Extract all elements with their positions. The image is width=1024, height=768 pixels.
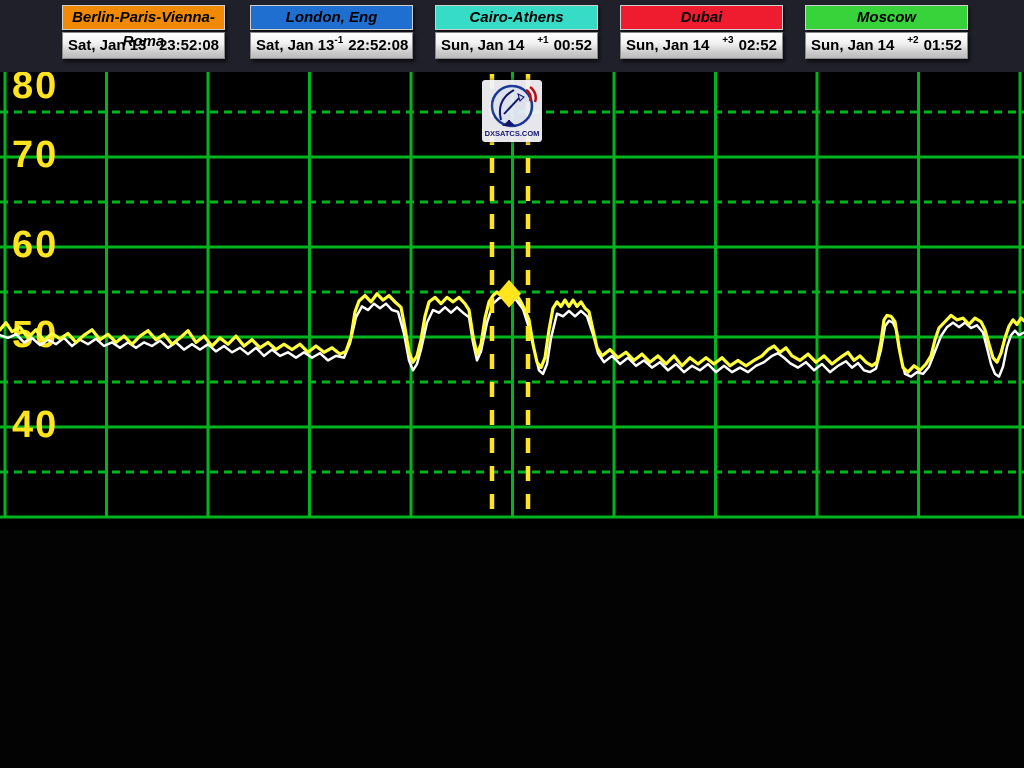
- clock-berlin: Berlin-Paris-Vienna-Roma Sat, Jan 13 23:…: [62, 5, 225, 59]
- clock-utc-offset: +3: [722, 35, 733, 46]
- clock-cairo: Cairo-Athens Sun, Jan 14 +1 00:52: [435, 5, 598, 59]
- meter-screen: Berlin-Paris-Vienna-Roma Sat, Jan 13 23:…: [0, 0, 1024, 768]
- clock-time: 02:52: [739, 37, 777, 54]
- clock-utc-offset: +2: [907, 35, 918, 46]
- clock-city-label: London, Eng: [250, 5, 413, 30]
- satellite-dish-icon: DXSATCS.COM: [482, 80, 542, 142]
- clock-time: 01:52: [924, 37, 962, 54]
- logo-text: DXSATCS.COM: [485, 129, 540, 138]
- clock-datetime: Sun, Jan 14 +1 00:52: [435, 32, 598, 59]
- clock-time: 00:52: [554, 37, 592, 54]
- brand-logo: DXSATCS.COM: [482, 80, 542, 142]
- clock-datetime: Sun, Jan 14 +2 01:52: [805, 32, 968, 59]
- clock-dubai: Dubai Sun, Jan 14 +3 02:52: [620, 5, 783, 59]
- clock-utc-offset: -1: [334, 35, 343, 46]
- clock-time: 23:52:08: [159, 37, 219, 54]
- clock-city-label: Moscow: [805, 5, 968, 30]
- y-axis-label: 80: [12, 72, 58, 107]
- clock-date: Sat, Jan 13: [68, 37, 146, 54]
- clock-city-label: Cairo-Athens: [435, 5, 598, 30]
- clock-date: Sun, Jan 14: [441, 37, 524, 54]
- spectrum-chart: 8070605040 DXSATCS.COM: [0, 72, 1024, 530]
- world-clock-bar: Berlin-Paris-Vienna-Roma Sat, Jan 13 23:…: [0, 0, 1024, 72]
- clock-datetime: Sat, Jan 13 23:52:08: [62, 32, 225, 59]
- clock-moscow: Moscow Sun, Jan 14 +2 01:52: [805, 5, 968, 59]
- clock-london: London, Eng Sat, Jan 13 -1 22:52:08: [250, 5, 413, 59]
- clock-utc-offset: +1: [537, 35, 548, 46]
- y-axis-label: 60: [12, 224, 58, 266]
- clock-datetime: Sat, Jan 13 -1 22:52:08: [250, 32, 413, 59]
- clock-date: Sun, Jan 14: [811, 37, 894, 54]
- clock-city-label: Dubai: [620, 5, 783, 30]
- y-axis-label: 40: [12, 404, 58, 446]
- clock-datetime: Sun, Jan 14 +3 02:52: [620, 32, 783, 59]
- clock-date: Sun, Jan 14: [626, 37, 709, 54]
- clock-city-label: Berlin-Paris-Vienna-Roma: [62, 5, 225, 30]
- readout-panel: Pwr 64.9 dBµV 11111.0 MHz. C/N 7.0 dB Pw…: [0, 530, 1024, 768]
- clock-date: Sat, Jan 13: [256, 37, 334, 54]
- y-axis-label: 70: [12, 134, 58, 176]
- clock-time: 22:52:08: [348, 37, 408, 54]
